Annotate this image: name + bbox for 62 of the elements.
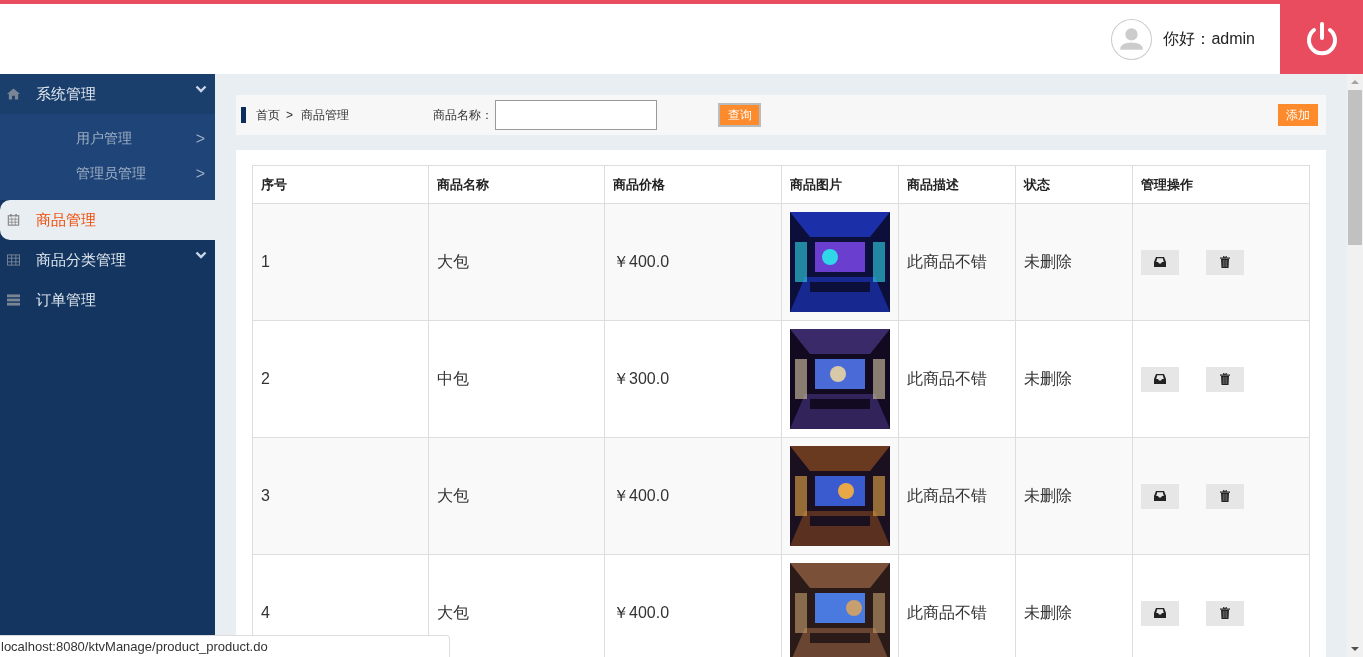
table-cell: ￥400.0	[604, 203, 782, 321]
table-cell: 未删除	[1015, 203, 1133, 321]
table-cell: 3	[252, 437, 429, 555]
column-header: 管理操作	[1132, 165, 1310, 204]
inbox-icon	[1154, 607, 1166, 619]
table-cell: 此商品不错	[898, 437, 1016, 555]
logout-button[interactable]	[1280, 4, 1363, 74]
delete-button[interactable]	[1206, 366, 1244, 392]
table-cell: 1	[252, 203, 429, 321]
column-header: 商品价格	[604, 165, 782, 204]
table-cell: 未删除	[1015, 437, 1133, 555]
breadcrumb-link[interactable]: 商品管理	[301, 106, 349, 124]
table-cell: 此商品不错	[898, 203, 1016, 321]
delete-button[interactable]	[1206, 600, 1244, 626]
sidebar-item[interactable]: 商品分类管理	[0, 240, 215, 280]
status-url: localhost:8080/ktvManage/product_product.do	[0, 635, 450, 657]
delete-button[interactable]	[1206, 249, 1244, 275]
table-cell: 大包	[428, 203, 605, 321]
scroll-thumb[interactable]	[1348, 90, 1362, 245]
breadcrumb-link[interactable]: 首页	[256, 106, 280, 124]
edit-button[interactable]	[1141, 600, 1179, 626]
delete-button[interactable]	[1206, 483, 1244, 509]
table-cell: 大包	[428, 437, 605, 555]
list-icon	[7, 294, 20, 306]
table-cell: 此商品不错	[898, 320, 1016, 438]
search-label: 商品名称：	[433, 106, 493, 124]
edit-button[interactable]	[1141, 483, 1179, 509]
column-header: 商品描述	[898, 165, 1016, 204]
avatar-icon	[1111, 18, 1153, 60]
column-header: 商品图片	[781, 165, 899, 204]
chevron-down-icon	[195, 85, 207, 93]
user-greeting: 你好：admin	[1163, 28, 1255, 49]
table-cell: ￥300.0	[604, 320, 782, 438]
home-icon	[7, 88, 20, 100]
submenu-item[interactable]: 用户管理 >	[0, 121, 215, 156]
accent-bar	[241, 107, 246, 123]
grid-icon	[7, 254, 20, 266]
table-cell: ￥400.0	[604, 437, 782, 555]
trash-icon	[1219, 373, 1231, 385]
calendar-icon	[7, 214, 20, 226]
inbox-icon	[1154, 256, 1166, 268]
submenu-item[interactable]: 管理员管理 >	[0, 156, 215, 191]
scroll-down-icon[interactable]	[1351, 647, 1359, 651]
breadcrumb-separator: >	[286, 108, 293, 122]
sidebar-item[interactable]: 系统管理	[0, 74, 215, 114]
scrollbar[interactable]	[1347, 74, 1363, 657]
sidebar-item[interactable]: 订单管理	[0, 280, 215, 320]
chevron-down-icon	[195, 251, 207, 259]
table-cell: 2	[252, 320, 429, 438]
trash-icon	[1219, 256, 1231, 268]
trash-icon	[1219, 490, 1231, 502]
edit-button[interactable]	[1141, 249, 1179, 275]
search-field[interactable]	[495, 100, 657, 130]
column-header: 商品名称	[428, 165, 605, 204]
column-header: 序号	[252, 165, 429, 204]
edit-button[interactable]	[1141, 366, 1179, 392]
table-cell: 中包	[428, 320, 605, 438]
inbox-icon	[1154, 373, 1166, 385]
trash-icon	[1219, 607, 1231, 619]
table-cell: 未删除	[1015, 320, 1133, 438]
inbox-icon	[1154, 490, 1166, 502]
column-header: 状态	[1015, 165, 1133, 204]
